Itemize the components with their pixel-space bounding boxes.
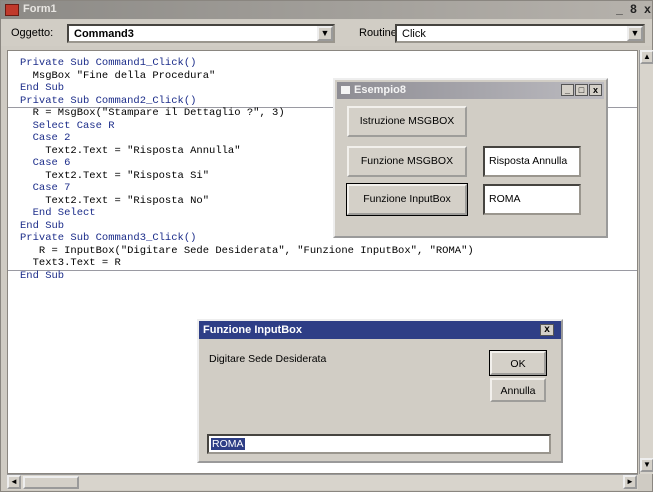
funzione-msgbox-button[interactable]: Funzione MSGBOX: [347, 146, 467, 177]
routine-combo[interactable]: Click ▼: [395, 24, 645, 43]
esempio8-form: Esempio8 _ □ x Istruzione MSGBOX Funzion…: [333, 78, 608, 238]
chevron-down-icon[interactable]: ▼: [317, 26, 333, 41]
ok-label: OK: [510, 358, 526, 370]
combo-row: Oggetto: Command3 ▼ Routine: Click ▼: [1, 20, 652, 46]
inputbox-value: ROMA: [211, 438, 245, 450]
istruzione-msgbox-button[interactable]: Istruzione MSGBOX: [347, 106, 467, 137]
annulla-button[interactable]: Annulla: [490, 378, 546, 402]
horizontal-scrollbar[interactable]: ◄ ►: [7, 474, 638, 490]
text2-field[interactable]: Risposta Annulla: [483, 146, 581, 177]
text2-value: Risposta Annulla: [489, 155, 568, 167]
scroll-left-button[interactable]: ◄: [7, 475, 21, 489]
chevron-down-icon[interactable]: ▼: [627, 26, 643, 41]
code-window-titlebar[interactable]: Form1 _ 8 x: [1, 1, 652, 19]
code-line: R = InputBox("Digitare Sede Desiderata",…: [20, 244, 474, 257]
code-window-title: Form1: [23, 3, 57, 15]
inputbox-input[interactable]: ROMA: [207, 434, 551, 454]
istruzione-msgbox-label: Istruzione MSGBOX: [359, 115, 455, 127]
text3-value: ROMA: [489, 193, 521, 205]
esempio8-title: Esempio8: [354, 84, 406, 96]
close-button[interactable]: x: [540, 324, 554, 336]
code-line: Private Sub Command1_Click(): [20, 57, 197, 69]
inputbox-titlebar[interactable]: Funzione InputBox x: [199, 321, 561, 339]
code-line: Text3.Text = R: [20, 257, 121, 269]
object-label: Oggetto:: [11, 27, 54, 39]
form-icon: [341, 86, 350, 94]
ok-button[interactable]: OK: [489, 350, 547, 376]
routine-combo-value: Click: [402, 28, 426, 40]
code-line: End Sub: [20, 269, 65, 282]
close-button[interactable]: x: [589, 84, 602, 96]
funzione-msgbox-label: Funzione MSGBOX: [360, 155, 454, 167]
inputbox-dialog: Funzione InputBox x Digitare Sede Deside…: [197, 319, 563, 463]
scroll-right-button[interactable]: ►: [623, 475, 637, 489]
minimize-button[interactable]: _: [613, 3, 626, 16]
minimize-button[interactable]: _: [561, 84, 574, 96]
inputbox-prompt: Digitare Sede Desiderata: [209, 353, 327, 365]
object-combo[interactable]: Command3 ▼: [67, 24, 335, 43]
scroll-up-button[interactable]: ▲: [640, 50, 653, 64]
vertical-scrollbar[interactable]: ▲ ▼: [639, 50, 653, 474]
scroll-thumb[interactable]: [23, 476, 79, 489]
funzione-inputbox-button[interactable]: Funzione InputBox: [346, 183, 468, 216]
funzione-inputbox-label: Funzione InputBox: [363, 193, 451, 205]
text3-field[interactable]: ROMA: [483, 184, 581, 215]
inputbox-title: Funzione InputBox: [203, 324, 302, 336]
annulla-label: Annulla: [500, 385, 536, 397]
routine-label: Routine:: [359, 27, 400, 39]
maximize-button[interactable]: 8: [627, 3, 640, 16]
close-button[interactable]: x: [641, 3, 653, 16]
maximize-button[interactable]: □: [575, 84, 588, 96]
app-icon: [5, 4, 19, 16]
scroll-down-button[interactable]: ▼: [640, 458, 653, 472]
object-combo-value: Command3: [74, 28, 134, 40]
esempio8-titlebar[interactable]: Esempio8 _ □ x: [337, 82, 604, 99]
